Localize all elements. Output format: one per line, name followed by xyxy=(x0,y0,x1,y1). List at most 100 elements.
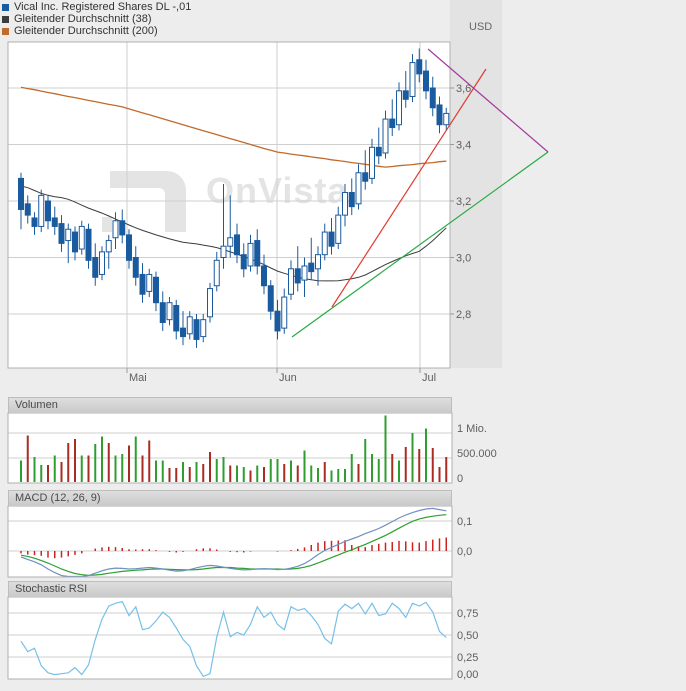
candle-up xyxy=(146,273,153,292)
candle-down xyxy=(429,87,436,109)
candle-down xyxy=(72,231,78,253)
candle-down xyxy=(18,177,24,210)
candle-up xyxy=(200,319,207,338)
volume-tick-label: 0 xyxy=(457,473,463,485)
month-tick-label: Jun xyxy=(279,372,297,384)
candle-down xyxy=(153,276,159,304)
candle-down xyxy=(261,265,267,287)
candle-down xyxy=(24,203,31,216)
candle-up xyxy=(369,146,375,179)
candle-up xyxy=(227,237,234,247)
candle-down xyxy=(375,146,382,157)
ma200-swatch xyxy=(2,28,9,35)
candle-down xyxy=(45,200,51,222)
rsi-tick-label: 0,00 xyxy=(457,669,478,681)
candle-up xyxy=(342,192,348,216)
candle-up xyxy=(335,214,342,244)
price-axis-unit: USD xyxy=(469,21,493,33)
candle-down xyxy=(234,234,240,256)
candle-up xyxy=(321,231,328,256)
candle-down xyxy=(267,285,274,312)
candle-down xyxy=(85,228,92,261)
candle-up xyxy=(99,251,105,275)
candle-down xyxy=(274,310,281,332)
candle-up xyxy=(281,296,288,329)
price-tick-label: 3,0 xyxy=(456,253,471,265)
candle-down xyxy=(436,104,443,126)
price-tick-label: 3,2 xyxy=(456,196,471,208)
candle-down xyxy=(180,327,186,338)
stochastic-rsi-panel-header: Stochastic RSI xyxy=(8,581,452,597)
chart-legend: Vical Inc. Registered Shares DL -,01 Gle… xyxy=(2,1,191,37)
candle-up xyxy=(78,225,85,250)
candle-up xyxy=(213,259,220,287)
stochastic-rsi-plot-background xyxy=(8,597,452,679)
candle-up xyxy=(186,316,193,335)
candle-down xyxy=(294,268,301,284)
candle-down xyxy=(254,240,261,267)
candle-up xyxy=(112,220,119,239)
macd-tick-label: 0,1 xyxy=(457,516,472,528)
legend-label: Vical Inc. Registered Shares DL -,01 xyxy=(14,1,192,13)
candle-up xyxy=(288,268,294,295)
candle-up xyxy=(301,265,308,281)
candle-down xyxy=(193,319,200,340)
price-tick-label: 2,8 xyxy=(456,309,471,321)
volume-tick-label: 1 Mio. xyxy=(457,423,487,435)
price-series-swatch xyxy=(2,4,9,11)
macd-plot-background xyxy=(8,506,452,577)
candle-up xyxy=(38,194,45,227)
volume-panel-header: Volumen xyxy=(8,397,452,413)
candle-up xyxy=(443,112,450,126)
candle-down xyxy=(308,262,315,273)
candle-down xyxy=(416,59,423,75)
candle-down xyxy=(159,302,166,323)
price-tick-label: 3,4 xyxy=(456,140,471,152)
candle-up xyxy=(315,254,321,270)
candle-down xyxy=(348,192,355,208)
candle-up xyxy=(247,242,254,267)
candle-down xyxy=(362,172,369,182)
candle-up xyxy=(396,90,402,126)
volume-tick-label: 500.000 xyxy=(457,448,497,460)
month-tick-label: Jul xyxy=(422,372,436,384)
candle-down xyxy=(132,257,139,278)
ma38-swatch xyxy=(2,16,9,23)
macd-panel-header: MACD (12, 26, 9) xyxy=(8,490,452,506)
legend-item-price: Vical Inc. Registered Shares DL -,01 xyxy=(2,1,191,13)
candle-down xyxy=(126,234,132,261)
candle-down xyxy=(139,273,146,295)
candle-down xyxy=(58,223,65,244)
candle-up xyxy=(382,118,389,154)
candle-up xyxy=(409,62,416,97)
rsi-tick-label: 0,25 xyxy=(457,652,478,664)
candle-down xyxy=(389,118,396,129)
month-tick-label: Mai xyxy=(129,372,147,384)
candle-up xyxy=(207,288,213,318)
stochastic-rsi-panel-title: Stochastic RSI xyxy=(15,583,88,595)
candle-down xyxy=(51,217,58,227)
candle-up xyxy=(220,245,227,258)
candle-down xyxy=(92,257,99,278)
volume-panel-title: Volumen xyxy=(15,399,58,411)
rsi-tick-label: 0,50 xyxy=(457,630,478,642)
onvista-logo-watermark-dot xyxy=(102,217,112,232)
candle-down xyxy=(240,254,247,270)
legend-label: Gleitender Durchschnitt (200) xyxy=(14,25,158,37)
candle-up xyxy=(166,302,173,321)
candle-down xyxy=(423,70,429,92)
candle-down xyxy=(328,231,335,247)
legend-item-ma200: Gleitender Durchschnitt (200) xyxy=(2,25,191,37)
rsi-tick-label: 0,75 xyxy=(457,608,478,620)
candle-up xyxy=(105,240,112,253)
legend-label: Gleitender Durchschnitt (38) xyxy=(14,13,152,25)
macd-tick-label: 0,0 xyxy=(457,546,472,558)
candle-up xyxy=(65,228,72,242)
candle-down xyxy=(173,305,180,332)
candle-down xyxy=(31,217,38,227)
legend-item-ma38: Gleitender Durchschnitt (38) xyxy=(2,13,191,25)
onvista-stock-chart-page: OnVista 3,6 3,4 3,2 3,0 2,8 Mai Jun Jul 1 Mio. 500… xyxy=(0,0,686,691)
candle-up xyxy=(355,172,362,205)
candle-down xyxy=(119,220,126,236)
candle-down xyxy=(402,90,409,100)
